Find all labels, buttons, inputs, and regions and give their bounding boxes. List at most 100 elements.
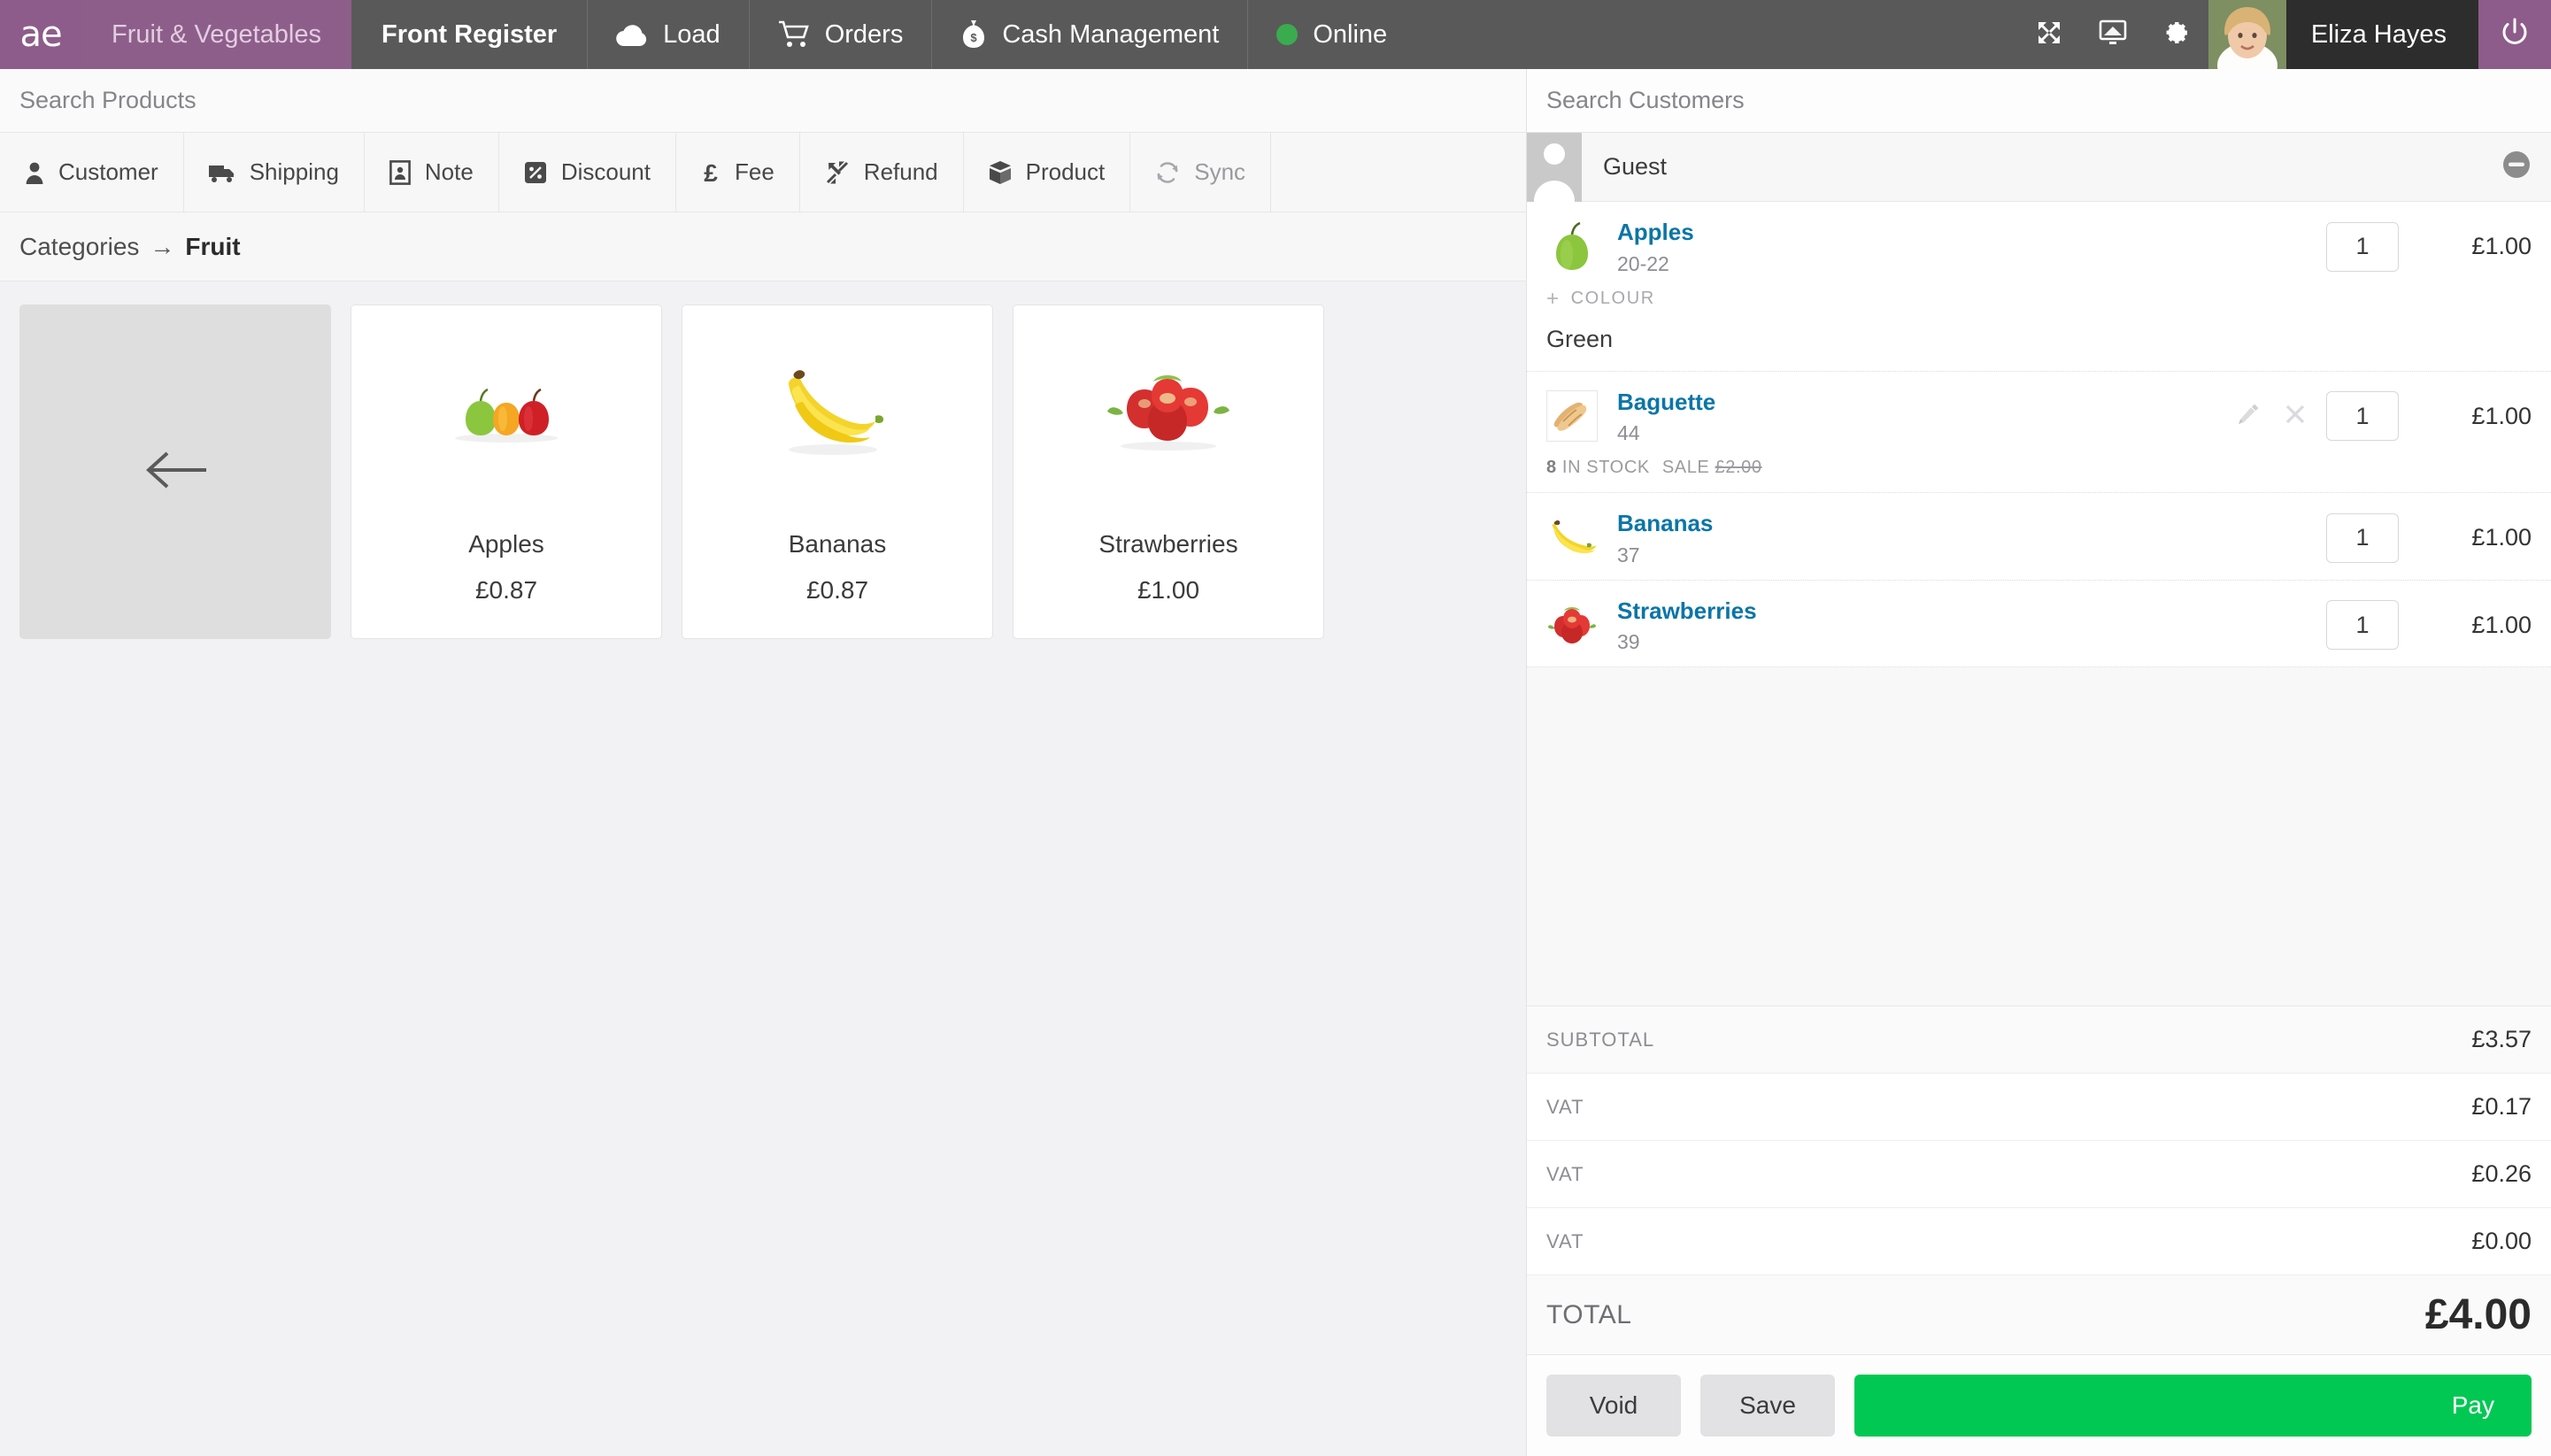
vat-row: VAT £0.17	[1527, 1074, 2551, 1141]
cart-item[interactable]: Baguette 44 1 £1.00 8 IN STOCK SALE £2.0…	[1527, 372, 2551, 493]
nav-item-orders[interactable]: Orders	[750, 0, 933, 69]
sale-label: SALE	[1661, 458, 1710, 477]
cart-item-name[interactable]: Apples	[1617, 218, 1883, 247]
cart-item-name[interactable]: Baguette	[1617, 388, 1883, 417]
back-to-categories-card[interactable]	[19, 304, 331, 639]
box-icon	[989, 160, 1012, 185]
logout-button[interactable]	[2478, 0, 2551, 69]
action-product[interactable]: Product	[964, 133, 1131, 212]
remove-customer-button[interactable]	[2501, 150, 2532, 184]
action-toolbar: Customer Shipping Note Discount £ Fee Re…	[0, 133, 1526, 212]
cart-item[interactable]: Strawberries 39 1 £1.00	[1527, 581, 2551, 667]
power-icon	[2500, 18, 2530, 52]
vat-value: £0.17	[2471, 1093, 2532, 1120]
cart-item-sku: 44	[1617, 421, 1640, 444]
cart-item-info: Bananas 37	[1617, 509, 1883, 567]
product-card[interactable]: Strawberries £1.00	[1013, 304, 1324, 639]
arrow-left-icon	[141, 446, 210, 498]
product-card[interactable]: Apples £0.87	[351, 304, 662, 639]
cart-item-name[interactable]: Strawberries	[1617, 597, 1883, 626]
stock-count: 8	[1546, 458, 1557, 477]
action-sync[interactable]: Sync	[1130, 133, 1272, 212]
stock-label: IN STOCK	[1561, 458, 1650, 477]
cart-item-quantity-input[interactable]: 1	[2326, 512, 2399, 563]
action-note[interactable]: Note	[365, 133, 499, 212]
display-button[interactable]	[2081, 19, 2145, 50]
cart-item-line-price: £1.00	[2471, 233, 2532, 260]
register-name-label: Front Register	[381, 19, 558, 49]
nav-item-load[interactable]: Load	[588, 0, 750, 69]
subtotal-value: £3.57	[2471, 1026, 2532, 1052]
nav-item-cash-management[interactable]: $ Cash Management	[932, 0, 1249, 69]
cart-footer-buttons: Void Save Pay	[1527, 1355, 2551, 1456]
money-bag-icon: $	[960, 19, 987, 50]
store-selector[interactable]: Fruit & Vegetables	[81, 0, 351, 69]
plus-icon: +	[1546, 286, 1561, 311]
action-label-sync: Sync	[1194, 158, 1246, 185]
action-fee[interactable]: £ Fee	[676, 133, 800, 212]
search-products-input[interactable]: Search Products	[0, 69, 1526, 133]
breadcrumb-root[interactable]: Categories	[19, 233, 139, 261]
product-name: Apples	[468, 530, 544, 558]
cart-item-quantity-input[interactable]: 1	[2326, 221, 2399, 272]
register-selector[interactable]: Front Register	[351, 0, 589, 69]
search-customers-input[interactable]: Search Customers	[1527, 69, 2551, 133]
product-price: £0.87	[474, 576, 538, 604]
avatar[interactable]	[2208, 0, 2286, 69]
cart-item[interactable]: Bananas 37 1 £1.00	[1527, 493, 2551, 581]
customer-avatar-icon	[1527, 132, 1582, 202]
cart-item-quantity-input[interactable]: 1	[2326, 600, 2399, 651]
product-name: Strawberries	[1098, 530, 1238, 558]
action-label-product: Product	[1025, 158, 1106, 185]
cart-item-name[interactable]: Bananas	[1617, 509, 1883, 538]
action-label-discount: Discount	[560, 158, 651, 185]
cart-item-list: Apples 20-22 1 £1.00 + COLOUR Green Bagu…	[1527, 202, 2551, 667]
product-grid: Apples £0.87 Bananas £0.87 Strawberries …	[0, 281, 1526, 662]
pay-button[interactable]: Pay	[1854, 1375, 2532, 1437]
variation-label-row[interactable]: + COLOUR	[1546, 286, 2532, 311]
arrows-in-icon	[825, 160, 850, 185]
action-label-fee: Fee	[734, 158, 775, 185]
product-card[interactable]: Bananas £0.87	[682, 304, 993, 639]
edit-pencil-icon[interactable]	[2236, 402, 2261, 431]
baguette-photo-icon	[1546, 390, 1598, 443]
vat-value: £0.26	[2471, 1160, 2532, 1187]
cart-item-info: Baguette 44	[1617, 388, 1883, 446]
totals-section: SUBTOTAL £3.57 VAT £0.17 VAT £0.26 VAT £…	[1527, 1005, 2551, 1355]
grand-total-label: TOTAL	[1546, 1299, 1632, 1329]
action-refund[interactable]: Refund	[800, 133, 964, 212]
sync-icon	[1155, 160, 1180, 185]
online-status: Online	[1248, 0, 1415, 69]
action-shipping[interactable]: Shipping	[184, 133, 365, 212]
cart-item-main-row: Bananas 37 1 £1.00	[1527, 493, 2551, 580]
topbar-tool-icons	[2017, 0, 2208, 69]
void-button[interactable]: Void	[1546, 1375, 1681, 1437]
sale-old-price: £2.00	[1715, 458, 1762, 477]
action-label-refund: Refund	[863, 158, 938, 185]
cart-item[interactable]: Apples 20-22 1 £1.00 + COLOUR Green	[1527, 202, 2551, 372]
user-name-label: Eliza Hayes	[2310, 19, 2447, 49]
vat-row: VAT £0.26	[1527, 1141, 2551, 1208]
user-menu[interactable]: Eliza Hayes	[2285, 0, 2478, 69]
cart-item-quantity-value: 1	[2355, 524, 2370, 551]
subtotal-label: SUBTOTAL	[1546, 1028, 1655, 1051]
fullscreen-button[interactable]	[2017, 19, 2081, 51]
customer-row[interactable]: Guest	[1527, 132, 2551, 202]
app-logo[interactable]: ae	[0, 0, 81, 69]
shopping-cart-icon	[778, 20, 810, 49]
truck-icon	[208, 162, 235, 183]
remove-x-icon[interactable]	[2284, 403, 2307, 430]
nav-label-cash-management: Cash Management	[1002, 19, 1220, 49]
settings-button[interactable]	[2145, 19, 2208, 51]
cart-item-quantity-input[interactable]: 1	[2326, 391, 2399, 442]
vat-label: VAT	[1546, 1162, 1584, 1185]
bananas-photo-icon	[1546, 512, 1598, 564]
action-customer[interactable]: Customer	[0, 133, 184, 212]
svg-text:$: $	[971, 31, 978, 44]
save-button[interactable]: Save	[1700, 1375, 1835, 1437]
apples-photo-icon	[440, 351, 573, 466]
breadcrumb-current: Fruit	[185, 232, 241, 260]
action-discount[interactable]: Discount	[499, 133, 676, 212]
status-dot-icon	[1276, 24, 1299, 45]
